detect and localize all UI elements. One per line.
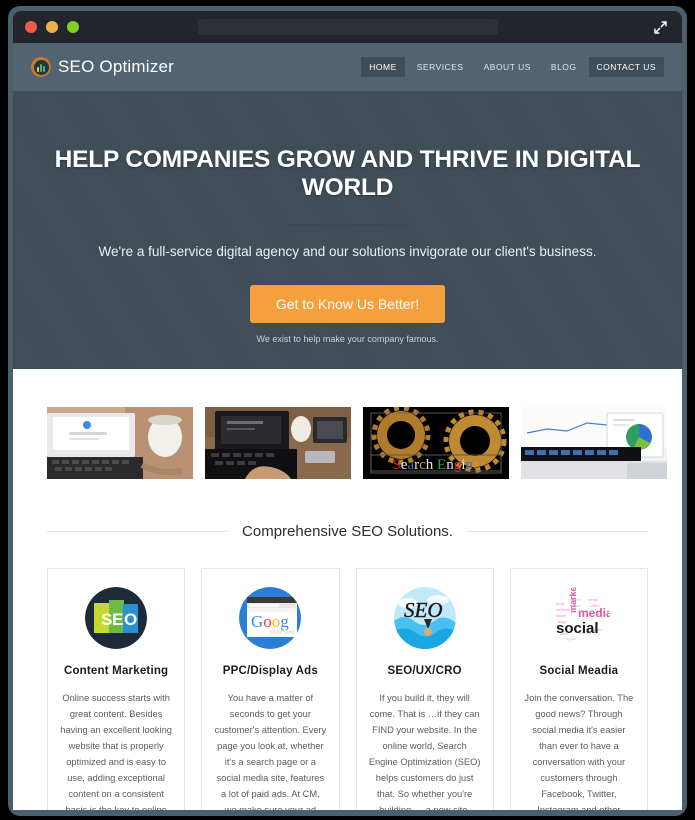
browser-window: SEO Optimizer HOME SERVICES ABOUT US BLO… (8, 6, 687, 816)
service-cards: S E O Content Marketing Online success s… (13, 540, 682, 810)
solutions-heading-text: Comprehensive SEO Solutions. (242, 523, 453, 540)
svg-text:digital: digital (566, 637, 576, 641)
card-title: Social Meadia (539, 665, 619, 677)
card-body: If you build it, they will come. That is… (368, 693, 481, 810)
svg-text:Goog: Goog (251, 612, 289, 631)
svg-text:O: O (124, 610, 137, 629)
seo-sky-script-icon: SEO (393, 587, 456, 649)
svg-text:social: social (556, 620, 599, 637)
page-viewport: SEO Optimizer HOME SERVICES ABOUT US BLO… (13, 43, 682, 810)
expand-arrows-icon[interactable] (650, 17, 670, 37)
address-bar-input[interactable] (197, 19, 498, 35)
svg-text:tools: tools (556, 601, 564, 606)
social-media-wordcloud-icon: tools content share blog news video tweet we… (547, 587, 610, 649)
svg-text:SEO: SEO (404, 598, 443, 622)
nav-item-services[interactable]: SERVICES (409, 57, 472, 77)
google-browser-icon: Goog (239, 587, 302, 649)
site-logo[interactable]: SEO Optimizer (31, 57, 174, 77)
svg-text:E: E (112, 610, 123, 629)
hero-title: HELP COMPANIES GROW AND THRIVE IN DIGITA… (54, 146, 641, 201)
hero-note: We exist to help make your company famou… (256, 334, 439, 344)
seo-blocks-icon: S E O (85, 587, 148, 649)
nav-item-contact-us[interactable]: CONTACT US (588, 57, 664, 77)
service-card-ppc-display-ads[interactable]: Goog PPC/Display Ads You have a matter o… (201, 568, 340, 810)
card-title: PPC/Display Ads (222, 665, 318, 677)
gallery-thumb-search-engine-gears[interactable]: Search Engine (363, 407, 509, 479)
nav-item-about-us[interactable]: ABOUT US (476, 57, 539, 77)
hero-subtitle: We're a full-service digital agency and … (98, 244, 597, 259)
site-header: SEO Optimizer HOME SERVICES ABOUT US BLO… (13, 43, 682, 91)
heading-rule-left (47, 531, 229, 532)
card-title: SEO/UX/CRO (387, 665, 462, 677)
solutions-section-heading: Comprehensive SEO Solutions. (13, 523, 682, 540)
browser-chrome-bar (13, 11, 682, 43)
gallery-thumb-laptop-hands-tablet[interactable] (205, 407, 351, 479)
svg-text:news: news (588, 597, 597, 602)
close-window-button[interactable] (25, 21, 37, 33)
svg-text:S: S (101, 610, 112, 629)
main-navigation: HOME SERVICES ABOUT US BLOG CONTACT US (361, 57, 664, 77)
gallery-thumb-laptop-google-coffee[interactable] (47, 407, 193, 479)
card-body: You have a matter of seconds to get your… (214, 693, 327, 810)
svg-text:share: share (556, 613, 567, 618)
nav-item-blog[interactable]: BLOG (543, 57, 585, 77)
seo-chart-logo-icon (31, 57, 51, 77)
maximize-window-button[interactable] (67, 21, 79, 33)
get-to-know-us-button[interactable]: Get to Know Us Better! (249, 285, 446, 323)
card-body: Join the conversation. The good news? Th… (524, 693, 634, 810)
hero-divider (285, 224, 410, 226)
card-title: Content Marketing (63, 665, 169, 677)
card-body: Online success starts with great content… (60, 693, 172, 810)
window-controls (25, 21, 79, 33)
image-gallery: Search Engine (13, 369, 682, 479)
heading-rule-right (466, 531, 648, 532)
service-card-social-media[interactable]: tools content share blog news video tweet we… (509, 568, 648, 810)
gallery-thumb-laptop-analytics-chart[interactable] (521, 407, 667, 479)
svg-text:marketing: marketing (568, 587, 578, 613)
minimize-window-button[interactable] (46, 21, 58, 33)
svg-text:media: media (578, 606, 610, 620)
hero-section: HELP COMPANIES GROW AND THRIVE IN DIGITA… (13, 91, 682, 369)
nav-item-home[interactable]: HOME (361, 57, 405, 77)
logo-text: SEO Optimizer (58, 57, 174, 76)
service-card-seo-ux-cro[interactable]: SEO SEO/UX/CRO If you build it, they wil… (355, 568, 494, 810)
service-card-content-marketing[interactable]: S E O Content Marketing Online success s… (47, 568, 186, 810)
